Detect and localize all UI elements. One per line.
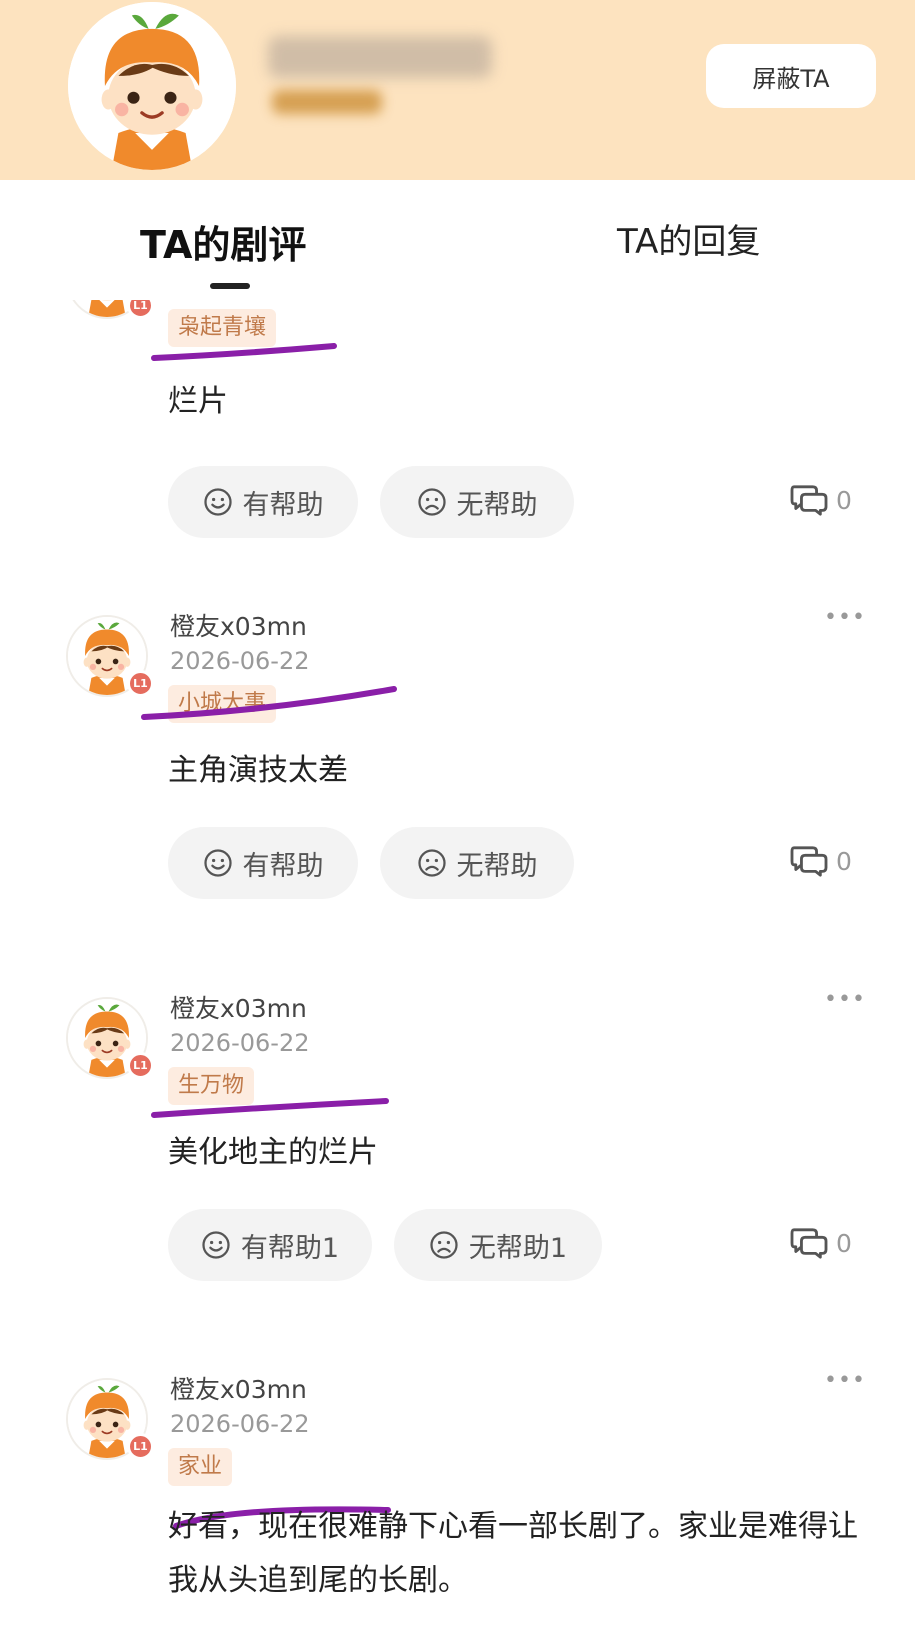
review-date: 2026-06-22 (170, 647, 310, 675)
unhelpful-label: 无帮助1 (468, 1232, 568, 1264)
helpful-button[interactable]: 有帮助 (168, 827, 358, 899)
annotation-underline (151, 1098, 389, 1118)
tab-reviews[interactable]: TA的剧评 (140, 214, 306, 269)
review-text: 好看，现在很难静下心看一部长剧了。家业是难得让我从头追到尾的长剧。 (168, 1509, 858, 1598)
comments-button[interactable]: 0 (790, 483, 852, 517)
comment-count: 0 (836, 1228, 852, 1258)
orange-kid-avatar-icon (68, 2, 236, 170)
annotation-underline (151, 343, 337, 361)
review-text: 主角演技太差 (168, 753, 348, 788)
blurred-level-badge (272, 90, 382, 114)
smile-icon (203, 848, 233, 878)
comment-bubbles-icon (790, 844, 828, 878)
helpful-label: 有帮助 (242, 489, 324, 521)
frown-icon (417, 848, 447, 878)
block-user-button[interactable]: 屏蔽TA (706, 44, 876, 108)
comments-button[interactable]: 0 (790, 1226, 852, 1260)
profile-header: 屏蔽TA (0, 0, 915, 180)
reviewer-username[interactable]: 橙友x03mn (170, 1370, 307, 1406)
reviewer-username[interactable]: 橙友x03mn (170, 607, 307, 643)
smile-icon (203, 487, 233, 517)
comment-bubbles-icon (790, 483, 828, 517)
tab-replies[interactable]: TA的回复 (617, 214, 760, 263)
review-text: 烂片 (168, 384, 228, 419)
profile-avatar[interactable] (68, 2, 236, 170)
review-date: 2026-06-22 (170, 1029, 310, 1057)
tab-bar: TA的剧评 TA的回复 (0, 180, 915, 300)
review-text: 美化地主的烂片 (168, 1135, 378, 1170)
helpful-label: 有帮助 (242, 850, 324, 882)
comment-count: 0 (836, 485, 852, 515)
frown-icon (417, 487, 447, 517)
unhelpful-label: 无帮助 (456, 489, 538, 521)
show-tag[interactable]: 家业 (168, 1448, 233, 1486)
more-options-icon[interactable]: ••• (824, 1368, 866, 1393)
comment-bubbles-icon (790, 1226, 828, 1260)
review-list: L1 枭起青壤 烂片 有帮助 无帮助 0 L1 橙友x03mn 2026-06-… (0, 300, 915, 1650)
level-badge: L1 (127, 1433, 154, 1460)
blurred-username (268, 36, 492, 78)
comments-button[interactable]: 0 (790, 844, 852, 878)
helpful-button[interactable]: 有帮助1 (168, 1209, 372, 1281)
unhelpful-button[interactable]: 无帮助 (380, 827, 574, 899)
frown-icon (429, 1230, 459, 1260)
active-tab-indicator (210, 283, 250, 289)
level-badge: L1 (127, 300, 154, 319)
smile-icon (201, 1230, 231, 1260)
helpful-label: 有帮助1 (240, 1232, 340, 1264)
more-options-icon[interactable]: ••• (824, 605, 866, 630)
more-options-icon[interactable]: ••• (824, 987, 866, 1012)
review-date: 2026-06-22 (170, 1410, 310, 1438)
annotation-underline (141, 686, 397, 720)
unhelpful-button[interactable]: 无帮助 (380, 466, 574, 538)
unhelpful-button[interactable]: 无帮助1 (394, 1209, 602, 1281)
reviewer-username[interactable]: 橙友x03mn (170, 989, 307, 1025)
comment-count: 0 (836, 846, 852, 876)
level-badge: L1 (127, 1052, 154, 1079)
helpful-button[interactable]: 有帮助 (168, 466, 358, 538)
unhelpful-label: 无帮助 (456, 850, 538, 882)
